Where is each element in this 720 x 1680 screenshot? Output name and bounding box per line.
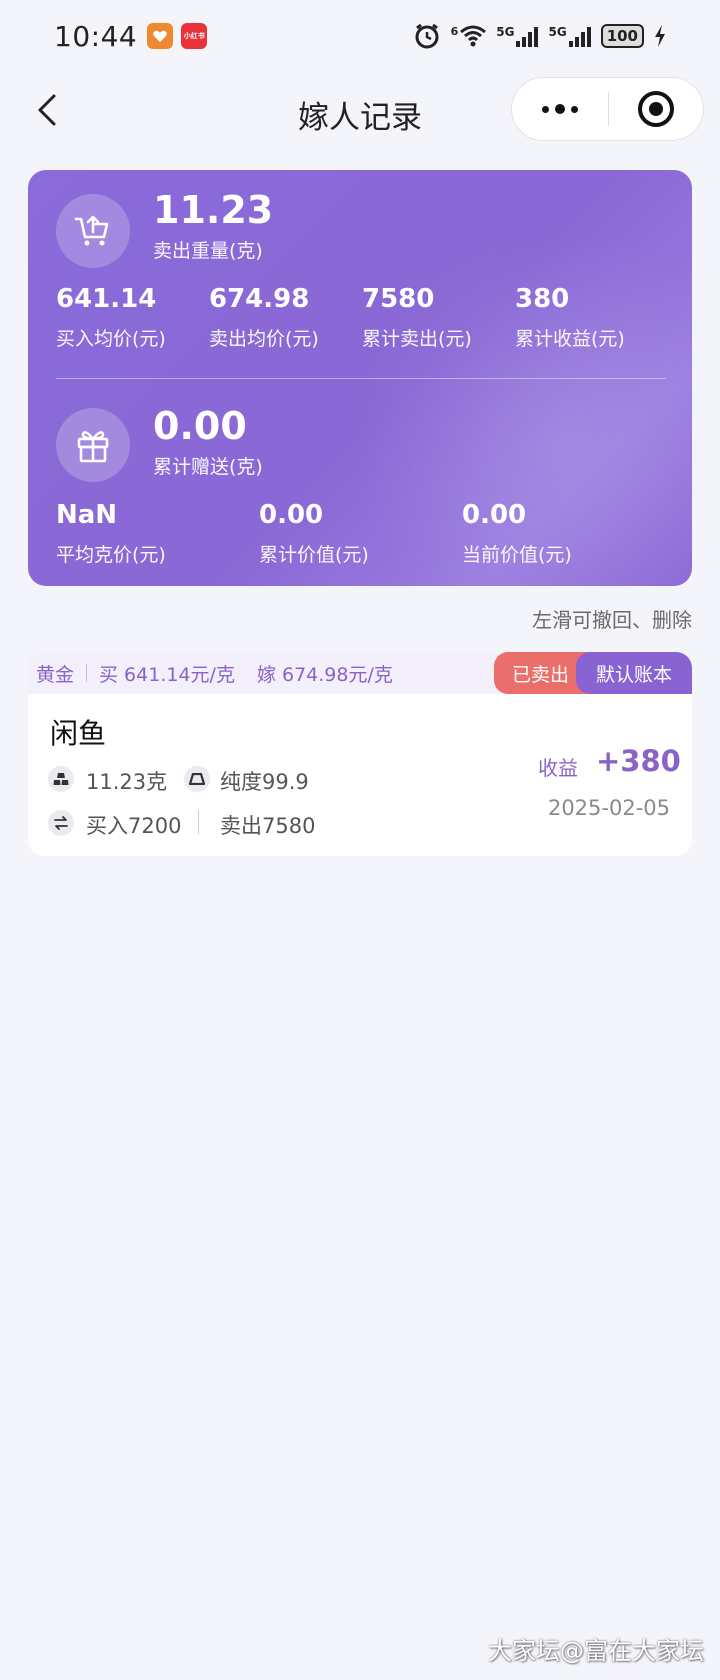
watermark: 大家坛@富在大家坛 — [488, 1637, 704, 1665]
more-button[interactable] — [512, 78, 608, 140]
avg-gram-price-label: 平均克价(元) — [56, 544, 166, 566]
more-dot-icon — [555, 104, 565, 114]
buy-price: 买 641.14元/克 — [99, 663, 235, 686]
current-value-value: 0.00 — [462, 500, 527, 530]
signal-2-icon: 5G — [548, 25, 591, 47]
record-date: 2025-02-05 — [547, 796, 670, 820]
account-badge[interactable]: 默认账本 — [576, 652, 692, 694]
summary-card: 11.23 卖出重量(克) 641.14 买入均价(元) 674.98 卖出均价… — [28, 170, 692, 586]
close-mini-program-button[interactable] — [609, 78, 703, 140]
status-indicators: 6 5G 5G 100 — [413, 22, 666, 50]
total-sold-value: 7580 — [362, 284, 435, 314]
total-value-label: 累计价值(元) — [259, 544, 369, 566]
gifted-weight-label: 累计赠送(克) — [153, 456, 263, 478]
signal-1-icon: 5G — [496, 25, 539, 47]
wifi-icon: 6 — [451, 25, 487, 47]
metal-type: 黄金 — [36, 663, 75, 686]
gold-ingot-icon — [184, 766, 210, 792]
xiaohongshu-icon: 小红书 — [181, 23, 208, 49]
profit-value: +380 — [596, 744, 681, 778]
cart-upload-icon — [56, 194, 130, 268]
record-sold: 卖出7580 — [220, 814, 316, 838]
total-value-value: 0.00 — [259, 500, 324, 530]
record-weight: 11.23克 — [86, 770, 168, 794]
sell-avg-price-label: 卖出均价(元) — [209, 328, 319, 350]
sell-avg-price-value: 674.98 — [209, 284, 310, 314]
record-bought: 买入7200 — [86, 814, 182, 838]
status-bar: 10:44 小红书 6 5G 5G 100 — [0, 0, 720, 72]
record-card[interactable]: 黄金 买 641.14元/克 嫁 674.98元/克 已卖出 默认账本 闲鱼 1… — [28, 652, 692, 856]
sold-weight-value: 11.23 — [153, 188, 274, 232]
status-time: 10:44 — [54, 19, 138, 53]
header-divider — [86, 664, 88, 682]
exchange-icon — [48, 810, 74, 836]
total-sold-label: 累计卖出(元) — [362, 328, 472, 350]
target-icon — [638, 91, 674, 127]
sold-weight-label: 卖出重量(克) — [153, 240, 263, 262]
swipe-hint: 左滑可撤回、删除 — [532, 608, 692, 632]
battery-indicator: 100 — [600, 24, 644, 48]
total-profit-value: 380 — [515, 284, 570, 314]
more-dot-icon — [571, 105, 578, 113]
more-dot-icon — [542, 105, 549, 113]
buy-avg-price-label: 买入均价(元) — [56, 328, 166, 350]
sell-price: 嫁 674.98元/克 — [256, 663, 393, 686]
profit-label: 收益 — [538, 756, 578, 780]
record-divider — [198, 810, 199, 834]
avg-gram-price-value: NaN — [56, 500, 118, 530]
gifted-weight-value: 0.00 — [153, 404, 247, 448]
nav-bar: 嫁人记录 — [0, 72, 720, 148]
gift-icon — [56, 408, 130, 482]
buy-avg-price-value: 641.14 — [56, 284, 157, 314]
app-notification-icon — [147, 23, 174, 49]
card-divider — [56, 378, 666, 379]
gold-bars-icon — [48, 766, 74, 792]
alarm-icon — [415, 23, 439, 49]
mini-program-capsule — [511, 77, 704, 141]
record-purity: 纯度99.9 — [220, 770, 309, 794]
total-profit-label: 累计收益(元) — [515, 328, 625, 350]
current-value-label: 当前价值(元) — [462, 544, 572, 566]
record-name: 闲鱼 — [50, 717, 107, 750]
charging-icon — [655, 25, 665, 47]
